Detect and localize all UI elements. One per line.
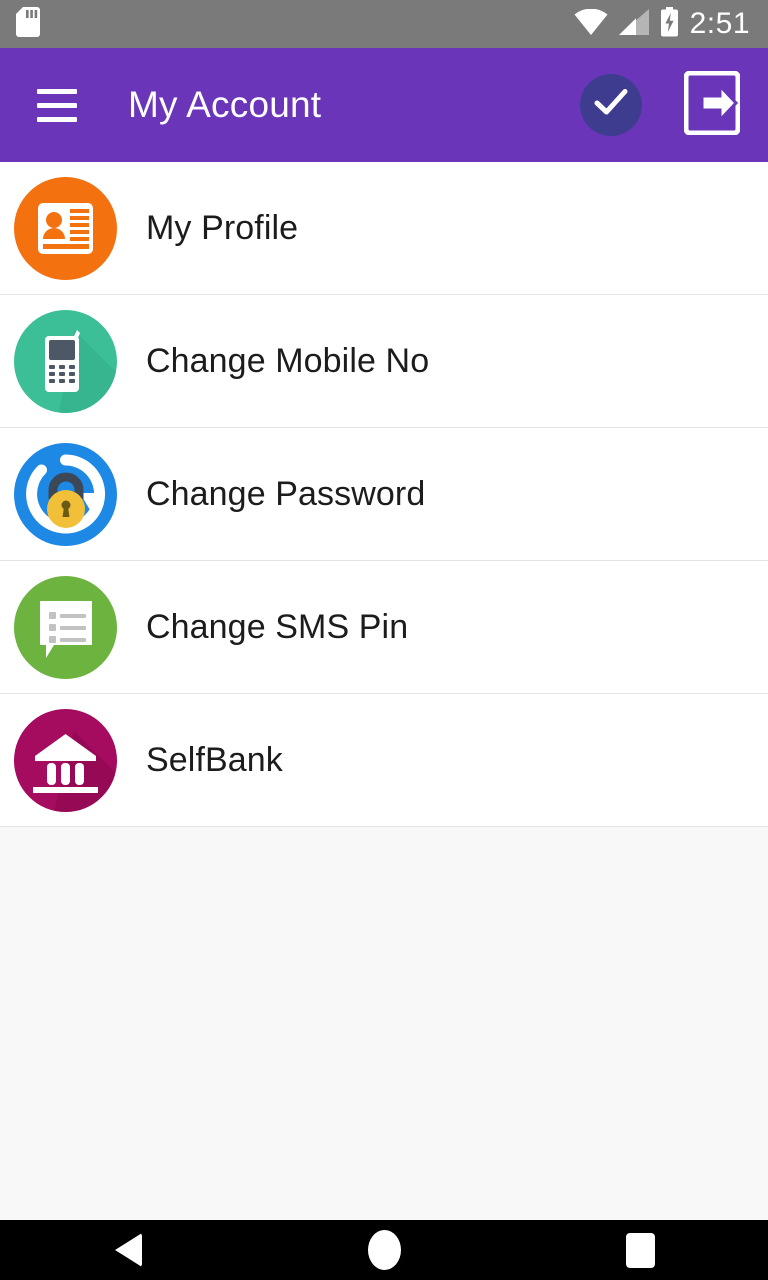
list-item-label: Change Mobile No (146, 341, 430, 380)
id-card-icon (14, 176, 117, 280)
back-triangle-icon (114, 1233, 142, 1267)
sd-card-icon (16, 6, 40, 42)
hamburger-bar (37, 116, 77, 122)
system-navigation-bar (0, 1220, 768, 1280)
list-item-change-mobile-no[interactable]: Change Mobile No (0, 295, 768, 428)
list-item-my-profile[interactable]: My Profile (0, 162, 768, 295)
list-item-selfbank[interactable]: SelfBank (0, 694, 768, 827)
confirm-button[interactable] (580, 74, 642, 136)
list-item-label: Change SMS Pin (146, 607, 409, 646)
app-bar: My Account (0, 48, 768, 162)
hamburger-menu-icon[interactable] (20, 68, 94, 142)
recents-button[interactable] (580, 1220, 700, 1280)
list-item-change-password[interactable]: Change Password (0, 428, 768, 561)
list-item-change-sms-pin[interactable]: Change SMS Pin (0, 561, 768, 694)
home-circle-icon (367, 1230, 401, 1270)
home-button[interactable] (324, 1220, 444, 1280)
battery-charging-icon (660, 6, 679, 42)
recents-square-icon (625, 1232, 655, 1268)
hamburger-bar (37, 102, 77, 108)
phone-screen: 2:51 My Account My Profile Change Mobile… (0, 0, 768, 1280)
logout-icon (683, 70, 741, 140)
list-item-label: SelfBank (146, 740, 283, 779)
status-bar-right: 2:51 (574, 6, 750, 42)
status-bar-clock: 2:51 (689, 7, 750, 40)
status-bar-left (16, 6, 40, 42)
account-options-list: My Profile Change Mobile No Change Passw… (0, 162, 768, 1220)
mobile-phone-icon (14, 309, 117, 413)
checkmark-icon (594, 88, 628, 123)
page-title: My Account (128, 84, 322, 125)
list-item-label: My Profile (146, 208, 299, 247)
list-item-label: Change Password (146, 474, 426, 513)
password-reset-lock-icon (14, 442, 117, 546)
logout-button[interactable] (682, 70, 742, 140)
bank-building-icon (14, 708, 117, 812)
cellular-signal-icon (618, 8, 649, 40)
hamburger-bar (37, 88, 77, 94)
back-button[interactable] (68, 1220, 188, 1280)
status-bar: 2:51 (0, 0, 768, 48)
sms-message-icon (14, 575, 117, 679)
list-empty-area (0, 827, 768, 1220)
wifi-icon (574, 8, 608, 40)
